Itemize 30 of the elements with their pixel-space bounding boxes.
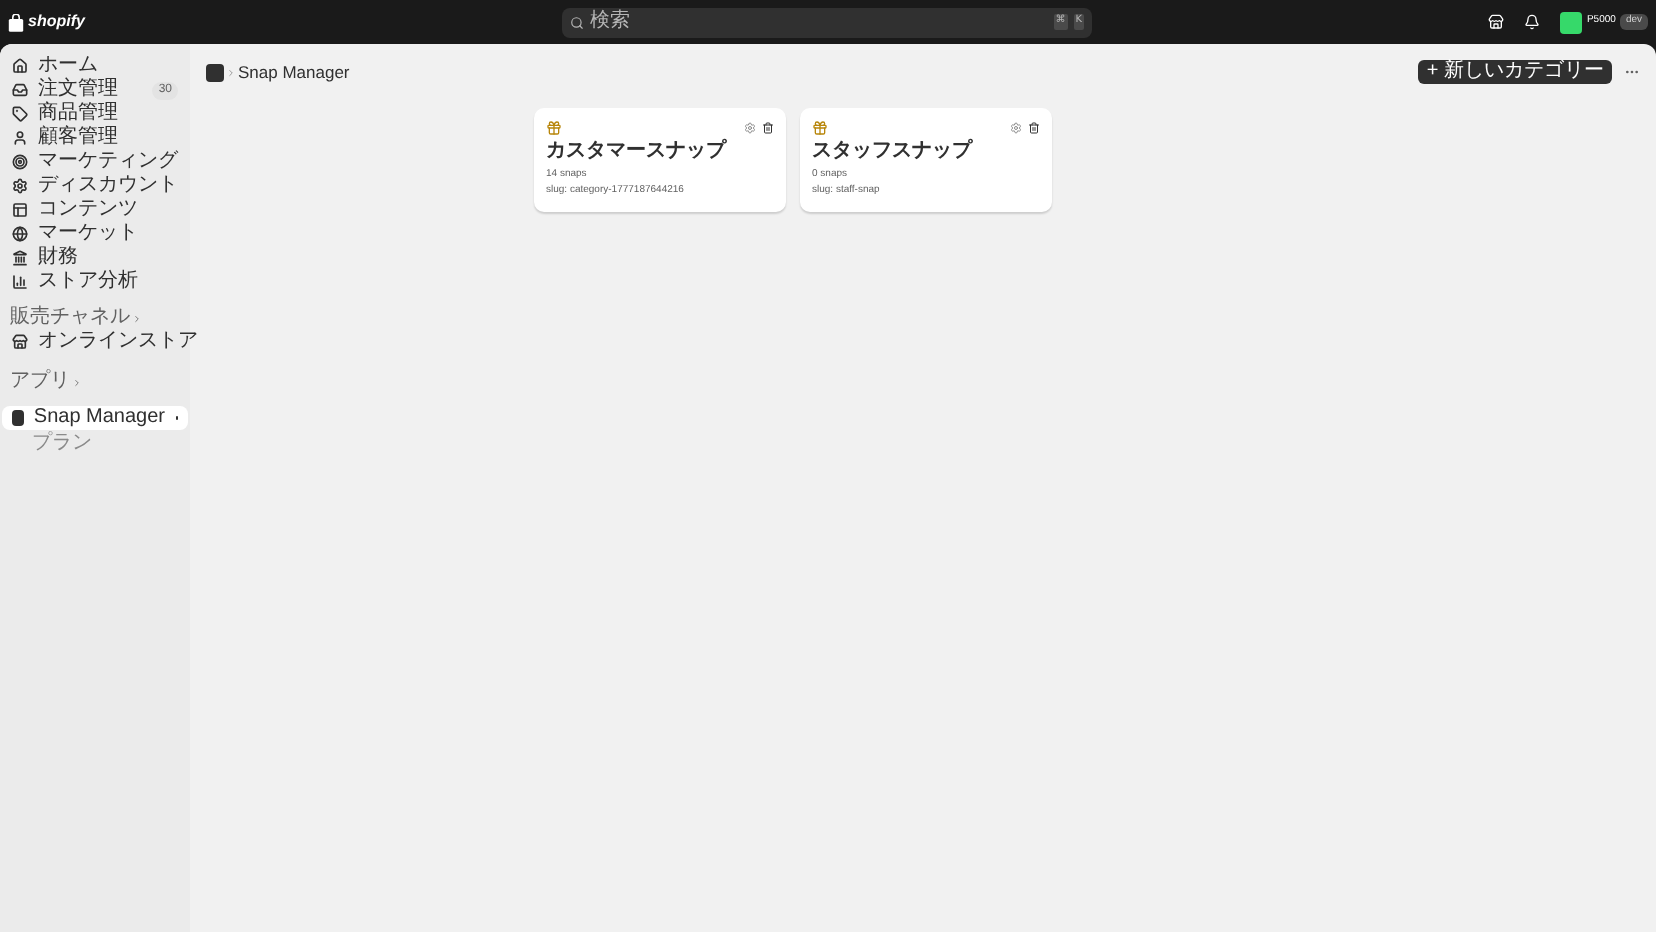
nav-item[interactable]: ホーム bbox=[2, 54, 188, 78]
nav-item[interactable]: 商品管理 bbox=[2, 102, 188, 126]
nav-label: マーケット bbox=[38, 224, 140, 244]
nav-item[interactable]: 財務 bbox=[2, 246, 188, 270]
nav-label: Snap Manager bbox=[33, 408, 166, 428]
search-placeholder: 検索 bbox=[590, 12, 632, 32]
nav-label: マーケティング bbox=[38, 152, 178, 172]
new-category-button[interactable]: + 新しいカテゴリー bbox=[1418, 60, 1612, 84]
nav-label: コンテンツ bbox=[38, 200, 140, 220]
nav-label: オンラインストア bbox=[38, 332, 198, 352]
category-name: カスタマースナップ bbox=[546, 142, 729, 162]
category-name: スタッフスナップ bbox=[812, 142, 975, 162]
nav-label: 財務 bbox=[38, 248, 80, 268]
nav-label: ディスカウント bbox=[38, 176, 178, 196]
section-heading[interactable]: アプリ bbox=[10, 372, 70, 392]
logo[interactable]: shopify bbox=[28, 10, 85, 34]
nav-label: ストア分析 bbox=[38, 272, 140, 292]
nav-item[interactable]: マーケット bbox=[2, 222, 188, 246]
nav-label: 商品管理 bbox=[38, 104, 120, 124]
section-heading[interactable]: 販売チャネル bbox=[10, 308, 130, 328]
nav-label: 顧客管理 bbox=[38, 128, 120, 148]
nav-item[interactable]: ディスカウント bbox=[2, 174, 188, 198]
nav-item[interactable]: コンテンツ bbox=[2, 198, 188, 222]
nav-label: 注文管理 bbox=[38, 80, 120, 100]
nav-item[interactable]: Snap Manager bbox=[2, 406, 188, 430]
page-title: Snap Manager bbox=[238, 59, 352, 85]
nav-item[interactable]: マーケティング bbox=[2, 150, 188, 174]
nav-item[interactable]: 顧客管理 bbox=[2, 126, 188, 150]
nav-label: ホーム bbox=[38, 56, 100, 76]
nav-item[interactable]: ストア分析 bbox=[2, 270, 188, 294]
